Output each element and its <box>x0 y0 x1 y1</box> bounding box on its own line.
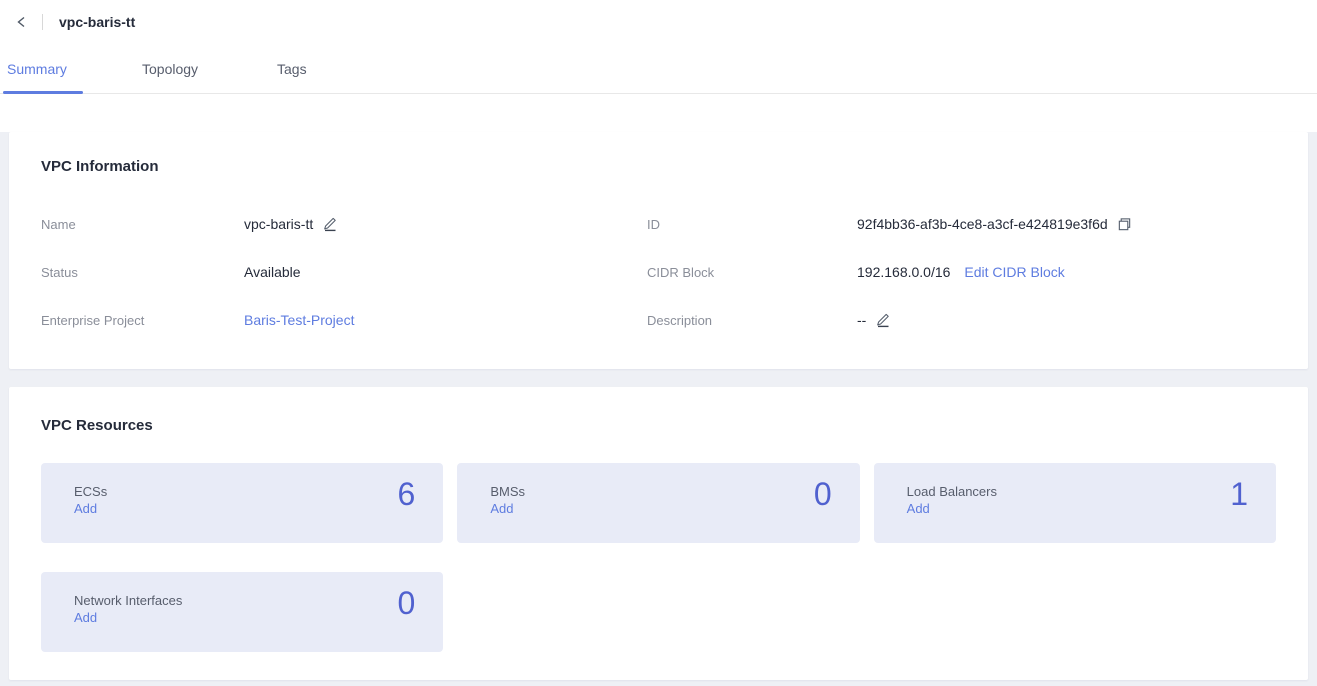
network-interface-count: 0 <box>398 585 416 622</box>
add-network-interface-link[interactable]: Add <box>74 610 97 625</box>
back-button[interactable] <box>12 12 32 32</box>
edit-description-button[interactable] <box>874 311 892 329</box>
tab-tags[interactable]: Tags <box>270 44 405 93</box>
tab-summary[interactable]: Summary <box>0 44 135 93</box>
resource-tile-network-interfaces[interactable]: Network Interfaces Add 0 <box>41 572 443 652</box>
field-enterprise-project: Enterprise Project Baris-Test-Project <box>41 296 647 344</box>
field-enterprise-project-label: Enterprise Project <box>41 313 244 328</box>
field-cidr-value: 192.168.0.0/16 <box>857 264 950 280</box>
field-cidr: CIDR Block 192.168.0.0/16 Edit CIDR Bloc… <box>647 248 1288 296</box>
tab-summary-label: Summary <box>7 61 67 77</box>
field-name-label: Name <box>41 217 244 232</box>
chevron-left-icon <box>14 14 30 30</box>
field-description: Description -- <box>647 296 1288 344</box>
vpc-information-heading: VPC Information <box>41 158 1288 176</box>
field-cidr-label: CIDR Block <box>647 265 857 280</box>
ecs-count: 6 <box>398 476 416 513</box>
page-title: vpc-baris-tt <box>59 14 135 30</box>
resource-tile-load-balancers[interactable]: Load Balancers Add 1 <box>874 463 1276 543</box>
resource-tile-ecss[interactable]: ECSs Add 6 <box>41 463 443 543</box>
add-ecs-link[interactable]: Add <box>74 501 97 516</box>
add-load-balancer-link[interactable]: Add <box>907 501 930 516</box>
enterprise-project-link[interactable]: Baris-Test-Project <box>244 312 354 328</box>
field-name-value: vpc-baris-tt <box>244 216 313 232</box>
tab-tags-label: Tags <box>277 61 307 77</box>
field-name: Name vpc-baris-tt <box>41 200 647 248</box>
tabbar-spacer <box>0 94 1317 110</box>
copy-id-button[interactable] <box>1116 215 1134 233</box>
tab-bar: Summary Topology Tags <box>0 44 1317 94</box>
field-status-label: Status <box>41 265 244 280</box>
vpc-resources-card: VPC Resources ECSs Add 6 BMSs Add 0 Load… <box>9 387 1308 680</box>
page-header: vpc-baris-tt <box>0 0 1317 44</box>
vpc-information-grid: Name vpc-baris-tt ID 92f <box>41 200 1288 344</box>
edit-cidr-link[interactable]: Edit CIDR Block <box>964 264 1064 280</box>
field-description-value: -- <box>857 312 866 328</box>
field-description-label: Description <box>647 313 857 328</box>
tile-label: Network Interfaces <box>74 592 443 609</box>
tile-label: BMSs <box>490 483 859 500</box>
vpc-detail-page: vpc-baris-tt Summary Topology Tags VPC I… <box>0 0 1317 686</box>
field-status: Status Available <box>41 248 647 296</box>
header-divider <box>42 14 43 30</box>
vpc-resources-heading: VPC Resources <box>41 417 1276 435</box>
tile-label: Load Balancers <box>907 483 1276 500</box>
tile-label: ECSs <box>74 483 443 500</box>
edit-name-button[interactable] <box>321 215 339 233</box>
content-area: VPC Information Name vpc-baris-tt <box>0 132 1317 686</box>
field-id-value: 92f4bb36-af3b-4ce8-a3cf-e424819e3f6d <box>857 216 1108 232</box>
add-bms-link[interactable]: Add <box>490 501 513 516</box>
edit-pencil-icon <box>322 216 338 232</box>
field-id-label: ID <box>647 217 857 232</box>
tab-topology[interactable]: Topology <box>135 44 270 93</box>
bms-count: 0 <box>814 476 832 513</box>
resource-tile-bmss[interactable]: BMSs Add 0 <box>457 463 859 543</box>
field-status-value: Available <box>244 264 301 280</box>
resource-tiles: ECSs Add 6 BMSs Add 0 Load Balancers Add… <box>41 463 1276 652</box>
vpc-information-card: VPC Information Name vpc-baris-tt <box>9 132 1308 369</box>
copy-icon <box>1117 217 1132 232</box>
load-balancer-count: 1 <box>1230 476 1248 513</box>
tab-topology-label: Topology <box>142 61 198 77</box>
field-id: ID 92f4bb36-af3b-4ce8-a3cf-e424819e3f6d <box>647 200 1288 248</box>
edit-pencil-icon <box>875 312 891 328</box>
